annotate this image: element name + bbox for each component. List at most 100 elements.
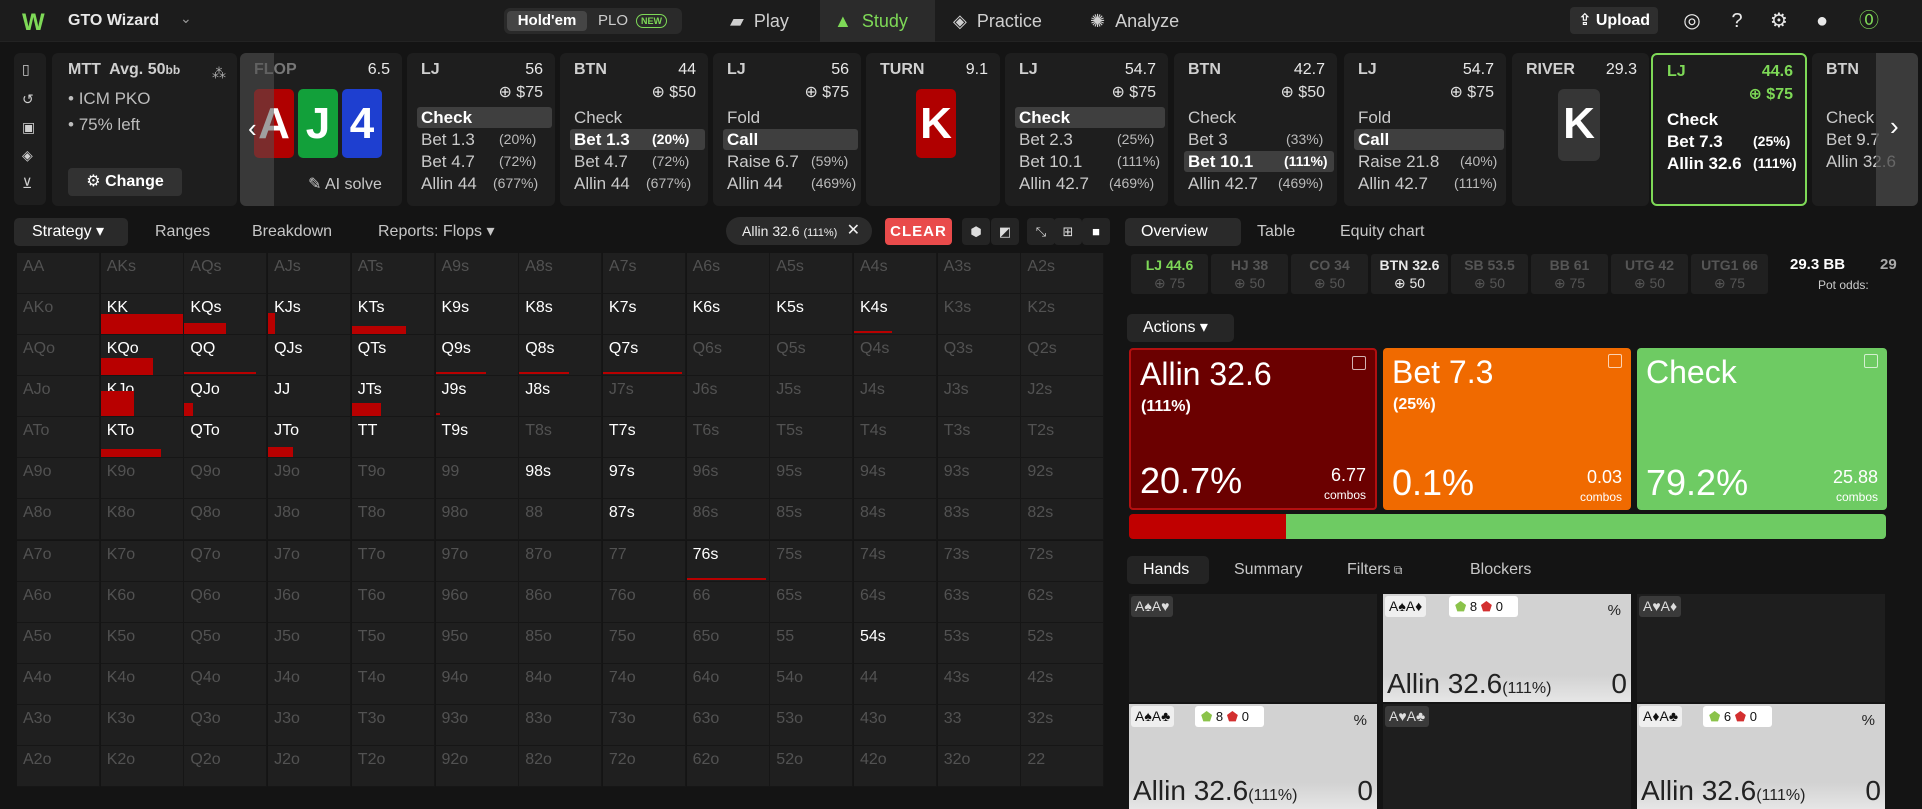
hand-cell[interactable]: QJs — [268, 335, 352, 377]
nav-practice[interactable]: ◈ Practice — [953, 0, 1073, 42]
hand-cell[interactable]: Q6o — [184, 581, 268, 623]
player-utg1[interactable]: UTG1 66 ⊕ 75 — [1691, 254, 1768, 294]
hand-cell[interactable]: A4o — [17, 663, 100, 705]
hand-cell[interactable]: 52o — [770, 745, 854, 787]
hand-cell[interactable]: 92s — [1021, 458, 1105, 500]
player-co[interactable]: CO 34 ⊕ 50 — [1291, 254, 1368, 294]
hand-cell[interactable]: 53s — [937, 622, 1021, 664]
hand-cell[interactable]: AA — [17, 253, 100, 294]
hand-cell[interactable]: 76s — [686, 540, 770, 582]
hand-cell[interactable]: T5o — [351, 622, 435, 664]
scan-icon[interactable]: ◎ — [1679, 8, 1705, 34]
hand-cell[interactable]: J7o — [268, 540, 352, 582]
hand-cell[interactable]: 62s — [1021, 581, 1105, 623]
hand-cell[interactable]: 87s — [602, 499, 686, 541]
bookmark-icon[interactable]: ▯ — [22, 61, 30, 78]
tab-equity-chart[interactable]: Equity chart — [1340, 218, 1424, 246]
action-option[interactable]: Bet 7.3 — [1663, 131, 1723, 152]
action-option[interactable]: Check — [1822, 107, 1874, 128]
street-action-lj[interactable]: LJ 56 ⊕ $75 Fold Call Raise 6.7 (59%) Al… — [713, 53, 861, 206]
hand-cell[interactable]: A6o — [17, 581, 100, 623]
action-option[interactable]: Allin 42.7 — [1184, 173, 1258, 194]
hand-cell[interactable]: 53o — [770, 704, 854, 746]
hand-cell[interactable]: K6s — [686, 294, 770, 336]
hand-cell[interactable]: QTo — [184, 417, 268, 459]
hand-cell[interactable]: T7o — [351, 540, 435, 582]
hand-cell[interactable]: T8o — [351, 499, 435, 541]
hand-cell[interactable]: Q4s — [854, 335, 937, 377]
expand-view-icon[interactable]: ⤡ — [1027, 218, 1055, 245]
change-button[interactable]: ⚙ Change — [68, 168, 182, 196]
hand-cell[interactable]: T7s — [602, 417, 686, 459]
hand-cell[interactable]: Q2s — [1021, 335, 1105, 377]
hand-cell[interactable]: Q7o — [184, 540, 268, 582]
action-option[interactable]: Allin 42.7 — [1015, 173, 1089, 194]
hand-cell[interactable]: 65o — [686, 622, 770, 664]
hand-cell[interactable]: 86o — [519, 581, 603, 623]
hand-cell[interactable]: 72s — [1021, 540, 1105, 582]
notes-icon[interactable] — [1352, 356, 1366, 370]
hand-cell[interactable]: A2s — [1021, 253, 1105, 294]
hand-cell[interactable]: J5o — [268, 622, 352, 664]
hand-cell[interactable]: 87o — [519, 540, 603, 582]
hand-cell[interactable]: J3o — [268, 704, 352, 746]
street-turn[interactable]: TURN 9.1 K — [866, 53, 1000, 206]
hand-combo-cell[interactable]: A♥A♣ — [1383, 704, 1631, 809]
split-view-icon[interactable]: ◩ — [991, 218, 1019, 245]
hand-cell[interactable]: 73s — [937, 540, 1021, 582]
hand-cell[interactable]: Q3s — [937, 335, 1021, 377]
hand-cell[interactable]: QQ — [184, 335, 268, 377]
hand-cell[interactable]: T9s — [435, 417, 519, 459]
hand-cell[interactable]: K2o — [100, 745, 184, 787]
action-option[interactable]: Call — [723, 129, 858, 150]
hand-cell[interactable]: J4s — [854, 376, 937, 418]
player-btn[interactable]: BTN 32.6 ⊕ 50 — [1371, 254, 1448, 294]
hand-cell[interactable]: JTs — [351, 376, 435, 418]
tab-hands[interactable]: Hands — [1127, 556, 1209, 584]
hand-cell[interactable]: J6s — [686, 376, 770, 418]
hand-cell[interactable]: Q7s — [602, 335, 686, 377]
tab-filters[interactable]: Filters ⧉ — [1347, 556, 1402, 584]
hand-cell[interactable]: A8o — [17, 499, 100, 541]
hand-cell[interactable]: K4s — [854, 294, 937, 336]
hand-cell[interactable]: 75o — [602, 622, 686, 664]
hand-cell[interactable]: 44 — [854, 663, 937, 705]
close-icon[interactable]: ✕ — [847, 217, 860, 245]
hand-cell[interactable]: T4o — [351, 663, 435, 705]
hand-cell[interactable]: 82s — [1021, 499, 1105, 541]
action-box-bet[interactable]: Bet 7.3 (25%) 0.1% 0.03 combos — [1383, 348, 1631, 510]
hand-cell[interactable]: K9o — [100, 458, 184, 500]
hand-cell[interactable]: J5s — [770, 376, 854, 418]
logo-icon[interactable]: W — [22, 9, 45, 37]
hand-cell[interactable]: J6o — [268, 581, 352, 623]
hand-cell[interactable]: A5o — [17, 622, 100, 664]
action-option[interactable]: Fold — [723, 107, 760, 128]
tab-breakdown[interactable]: Breakdown — [252, 218, 332, 246]
hand-cell[interactable]: 93o — [435, 704, 519, 746]
player-hj[interactable]: HJ 38 ⊕ 50 — [1211, 254, 1288, 294]
hand-cell[interactable]: Q2o — [184, 745, 268, 787]
hand-cell[interactable]: 76o — [602, 581, 686, 623]
hand-cell[interactable]: 97s — [602, 458, 686, 500]
hand-cell[interactable]: T6o — [351, 581, 435, 623]
hand-combo-cell[interactable]: A♥A♦ — [1637, 594, 1885, 702]
hand-cell[interactable]: 92o — [435, 745, 519, 787]
hand-cell[interactable]: T3s — [937, 417, 1021, 459]
gear-icon[interactable]: ⚙ — [1766, 8, 1792, 34]
hand-cell[interactable]: K3s — [937, 294, 1021, 336]
chevron-down-icon[interactable]: ⌄ — [180, 10, 192, 27]
hand-cell[interactable]: 74s — [854, 540, 937, 582]
hand-cell[interactable]: AQo — [17, 335, 100, 377]
hand-cell[interactable]: J2s — [1021, 376, 1105, 418]
hand-cell[interactable]: KQs — [184, 294, 268, 336]
hand-cell[interactable]: QTs — [351, 335, 435, 377]
hand-cell[interactable]: J2o — [268, 745, 352, 787]
hand-cell[interactable]: Q4o — [184, 663, 268, 705]
user-icon[interactable]: ● — [1809, 8, 1835, 34]
hand-cell[interactable]: 33 — [937, 704, 1021, 746]
hand-cell[interactable]: 66 — [686, 581, 770, 623]
hand-cell[interactable]: 54s — [854, 622, 937, 664]
hand-combo-cell[interactable]: A♠A♦ ⬟ 8 ⬟ 0% Allin 32.6(111%) 0 — [1383, 594, 1631, 702]
hand-cell[interactable]: K9s — [435, 294, 519, 336]
percent-toggle[interactable]: % — [1354, 712, 1367, 729]
